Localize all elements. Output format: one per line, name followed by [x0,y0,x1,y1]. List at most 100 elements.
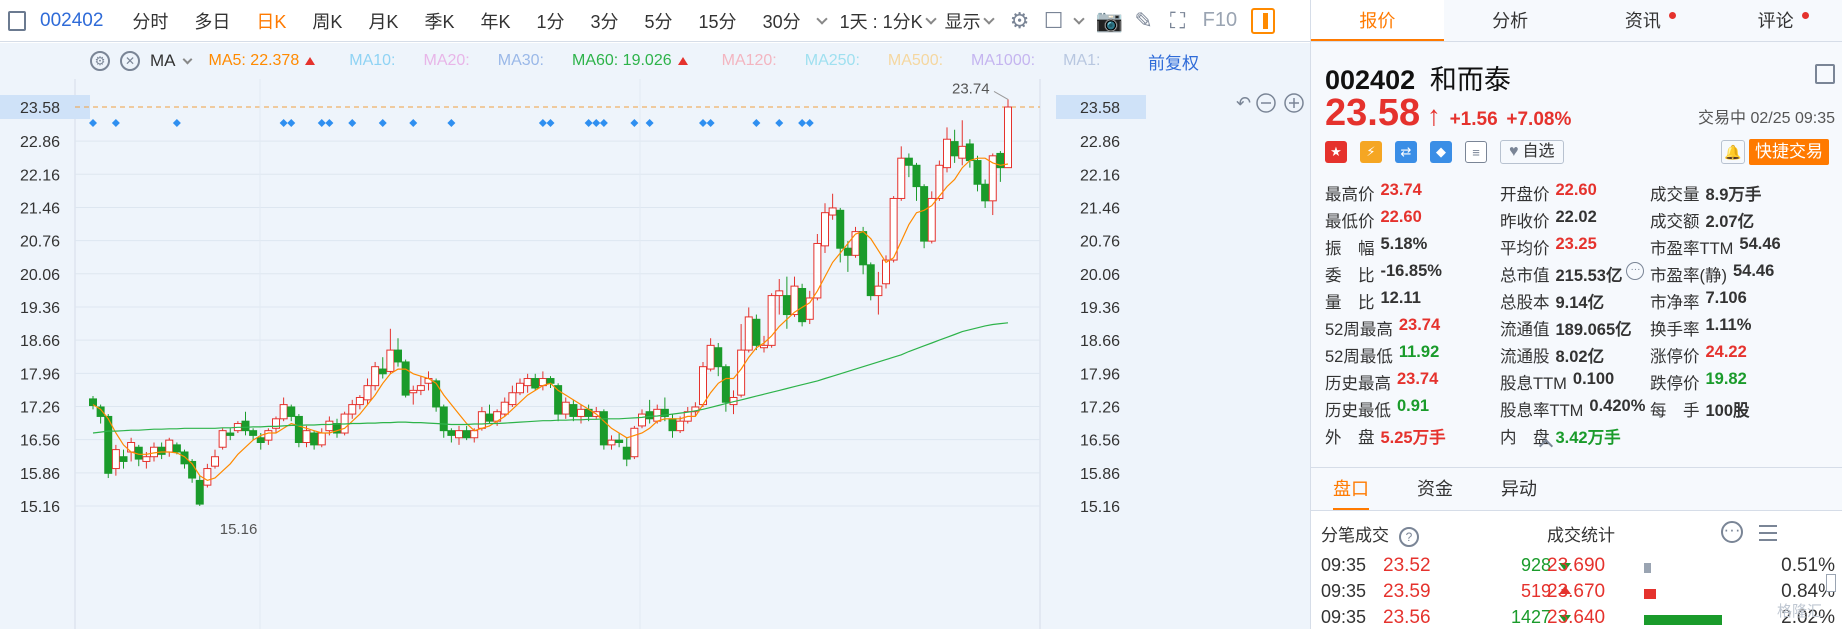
tab-3[interactable]: 评论 [1709,0,1842,41]
stat-value: 2.07亿 [1705,213,1755,231]
candle-body [294,415,303,444]
sidebar-toggle-icon[interactable] [8,10,26,31]
period-tab[interactable]: 1分 [523,12,577,32]
sub-tab[interactable]: 异动 [1501,468,1537,510]
stat-label: 最高价 [1325,186,1375,204]
chevron-down-icon[interactable] [924,12,937,25]
chevron-down-icon[interactable] [815,12,828,25]
candle-body [714,347,723,368]
sub-tab[interactable]: 盘口 [1333,468,1369,510]
stat-cell: 最高价 23.74 [1325,181,1500,208]
adjust-select[interactable]: 前复权 [1148,49,1199,74]
note-icon[interactable]: ≡ [1465,141,1487,163]
trade-time: 09:35 [1321,607,1367,627]
menu-icon[interactable] [1759,525,1777,541]
kline-chart-area[interactable]: 23.58 23.58 22.86 22.86 22.16 22.16 21.46 21.46… [0,43,1310,629]
stat-label: 市盈率(静) [1650,267,1727,285]
period-tab[interactable]: 周K [299,12,355,32]
settings-gear-icon[interactable]: ⚙ [90,51,110,71]
up-arrow-icon [305,57,316,65]
stats-row: 最高价 23.74 开盘价 22.60 成交量 8.9万手 [1325,181,1842,208]
bell-icon[interactable]: 🔔 [1721,140,1745,164]
help-icon[interactable]: ? [1399,526,1419,547]
stat-cell: 市盈率(静) 54.46 [1650,262,1825,289]
lightning-icon[interactable]: ⚡ [1360,141,1382,163]
close-icon[interactable]: ✕ [120,51,140,71]
candle-body [577,408,585,417]
period-tab[interactable]: 3分 [578,12,632,32]
stat-cell: 量 比 12.11 [1325,289,1500,316]
stat-label: 总市值 [1500,267,1550,285]
period-tab[interactable]: 分时 [119,12,181,32]
layout-square-icon[interactable]: ☐ [1037,4,1071,38]
stat-label: 开盘价 [1500,186,1550,204]
stat-cell: 昨收价 22.02 [1500,208,1650,235]
period-tab[interactable]: 日K [243,12,299,32]
china-flag-icon[interactable]: ★ [1325,141,1347,163]
candle-body [485,413,494,422]
candle-body [477,411,486,429]
period-tab[interactable]: 多日 [181,12,243,32]
tab-0[interactable]: 报价 [1311,0,1444,41]
candle-body [371,366,380,387]
candle-body [1004,106,1012,169]
candle-body [920,186,929,242]
candle-body [416,385,425,391]
ma30-value: MA30: [497,52,544,69]
tab-2[interactable]: 资讯 [1577,0,1710,41]
period-tab[interactable]: 30分 [750,12,814,32]
scrollbar[interactable] [1826,574,1836,592]
event-marker-icon [172,119,181,127]
stat-value: 54.46 [1733,262,1775,280]
stat-value: 9.14亿 [1555,294,1605,312]
period-tab[interactable]: 5分 [632,12,686,32]
stat-cell: 52周最高 23.74 [1325,316,1500,343]
tab-1[interactable]: 分析 [1444,0,1577,41]
display-select[interactable]: 显示 [945,8,981,34]
quick-trade-button[interactable]: 快捷交易 [1749,139,1829,165]
period-tab[interactable]: 季K [411,12,467,32]
trade-price: 23.56 [1383,607,1431,628]
tab-label: 分析 [1492,11,1529,31]
stat-label: 成交量 [1650,186,1700,204]
collapse-icon[interactable] [1815,64,1835,84]
stock-code-label[interactable]: 002402 [40,10,103,32]
candle-body [378,368,387,375]
y-tick-label-right: 20.76 [1080,234,1120,251]
settings-gear-icon[interactable]: ⚙ [1003,4,1037,38]
interval-select[interactable]: 1天 : 1分K [836,8,923,34]
period-tab[interactable]: 年K [467,12,523,32]
candle-body [569,404,578,417]
stat-value: 189.065亿 [1555,321,1632,339]
dist-price: 23.640 [1547,607,1606,628]
shuffle-icon[interactable]: ⇄ [1395,141,1417,163]
stat-cell: 市盈率TTM 54.46 [1650,235,1825,262]
y-tick-label-left: 18.66 [20,333,60,350]
more-icon[interactable]: ··· [1721,521,1743,543]
ma-select[interactable]: MA [150,51,176,71]
fullscreen-icon[interactable]: ⛶ [1161,4,1195,38]
chevron-down-icon[interactable] [1072,12,1085,25]
trade-row: 09:35 23.52 928 23.690 0.51% [1311,555,1842,583]
sub-tab[interactable]: 资金 [1417,468,1453,510]
chevron-down-icon[interactable] [182,54,192,64]
camera-icon[interactable]: 📷 [1093,4,1127,38]
tag-icon[interactable]: ◆ [1430,141,1452,163]
candle-body [424,378,433,384]
candle-body [897,157,906,199]
candle-body [775,290,784,297]
chevron-down-icon[interactable] [982,12,995,25]
period-tab[interactable]: 15分 [686,12,750,32]
stat-label: 历史最低 [1325,402,1391,420]
stat-cell: 总股本 9.14亿 [1500,289,1650,316]
candle-body [752,318,761,346]
f10-button[interactable]: F10 [1203,9,1237,32]
pencil-icon[interactable]: ✎ [1127,4,1161,38]
add-watchlist-button[interactable]: ♥ 自选 [1500,140,1564,164]
more-icon[interactable]: ··· [1626,262,1645,280]
stats-row: 量 比 12.11 总股本 9.14亿 市净率 7.106 [1325,289,1842,316]
candle-body [950,141,959,157]
period-tab[interactable]: 月K [355,12,411,32]
panel-toggle-icon[interactable] [1251,7,1276,34]
kline-chart[interactable]: 23.58 23.58 22.86 22.86 22.16 22.16 21.46 21.46… [0,43,1310,629]
